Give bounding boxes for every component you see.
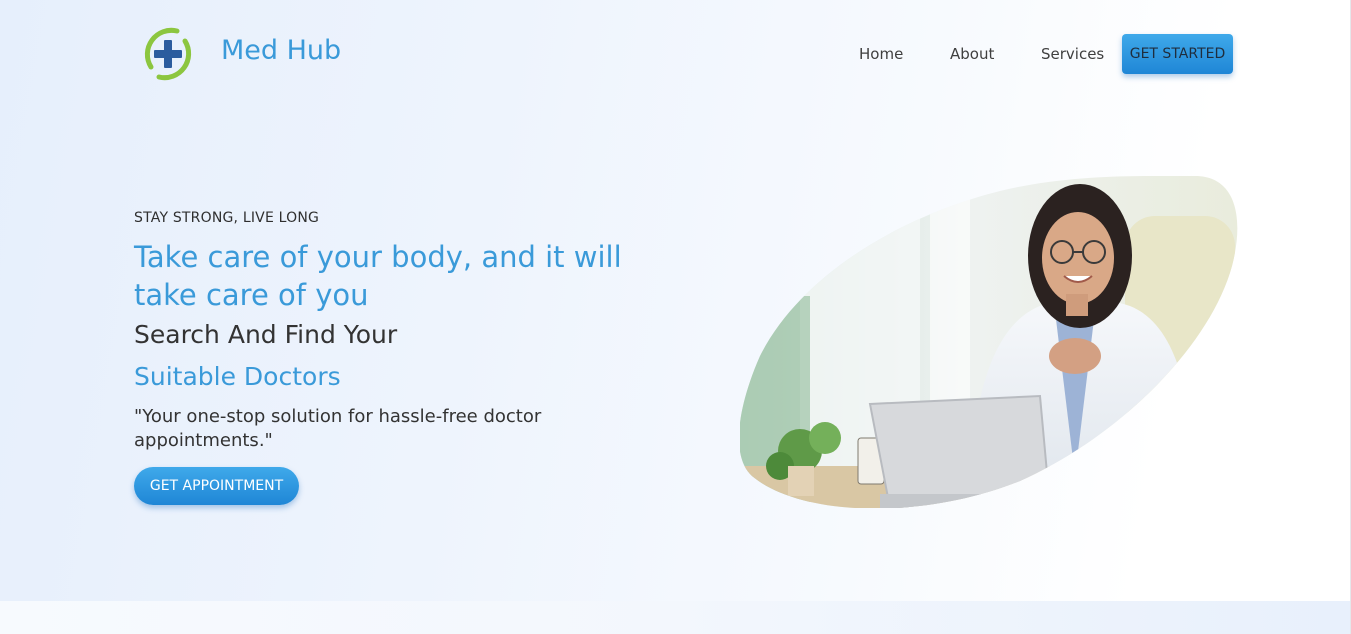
get-appointment-button[interactable]: GET APPOINTMENT (134, 467, 299, 505)
hero-subheading: Search And Find Your (134, 320, 398, 349)
doctor-photo (740, 176, 1238, 508)
brand-name[interactable]: Med Hub (221, 35, 341, 66)
hero-headline: Take care of your body, and it will take… (134, 240, 622, 312)
nav-services[interactable]: Services (1041, 45, 1104, 63)
nav-home[interactable]: Home (859, 45, 903, 63)
medical-cross-icon[interactable] (137, 23, 199, 85)
hero-quote: "Your one-stop solution for hassle-free … (134, 406, 542, 451)
get-started-button[interactable]: GET STARTED (1122, 34, 1233, 74)
nav-about[interactable]: About (950, 45, 994, 63)
next-section-strip (0, 601, 1351, 634)
hero-tagline: STAY STRONG, LIVE LONG (134, 210, 320, 226)
hero-subheading-accent: Suitable Doctors (134, 362, 341, 391)
